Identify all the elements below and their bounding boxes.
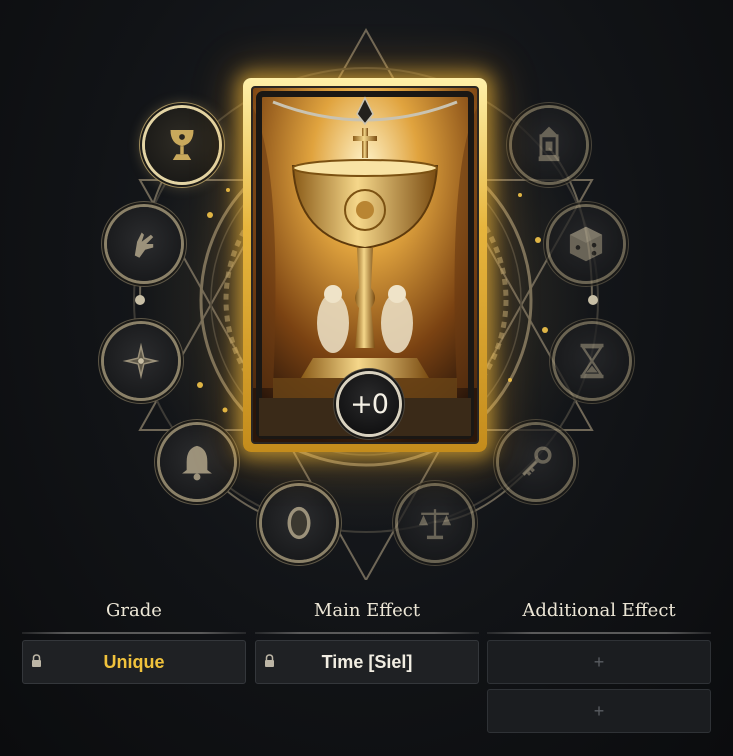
grade-divider <box>22 632 246 634</box>
mirror-icon <box>287 506 311 540</box>
card-level-badge: +0 <box>339 374 399 434</box>
medallion-chalice[interactable] <box>145 108 219 182</box>
grade-slot[interactable]: Unique <box>22 640 246 684</box>
hand-icon <box>134 232 154 258</box>
card-altar: +0 <box>0 0 733 580</box>
compass-icon <box>122 342 160 380</box>
lock-icon <box>32 654 41 667</box>
medallion-scales[interactable] <box>398 486 472 560</box>
medallion-bell[interactable] <box>160 425 234 499</box>
main-effect-slot[interactable]: Time [Siel] <box>255 640 479 684</box>
bell-icon <box>182 445 212 481</box>
card-artwork: +0 <box>251 86 479 444</box>
grade-title: Grade <box>106 600 162 621</box>
additional-effect-slot-1[interactable]: + <box>487 640 711 684</box>
add-effect-icon: + <box>593 700 605 721</box>
medallion-die[interactable] <box>549 207 623 281</box>
scales-icon <box>418 509 452 540</box>
add-effect-icon: + <box>593 651 605 672</box>
key-icon <box>522 446 552 476</box>
additional-effect-title: Additional Effect <box>522 600 676 621</box>
lock-icon <box>265 654 274 667</box>
additional-effect-divider <box>487 632 711 634</box>
medallion-key[interactable] <box>499 425 573 499</box>
chalice-card[interactable]: +0 <box>243 78 487 452</box>
main-effect-value: Time [Siel] <box>321 651 413 672</box>
grade-value: Unique <box>103 651 165 672</box>
medallion-lantern[interactable] <box>512 108 586 182</box>
main-effect-divider <box>255 632 479 634</box>
chalice-icon <box>170 130 194 160</box>
medallion-mirror[interactable] <box>262 486 336 560</box>
additional-effect-slot-2[interactable]: + <box>487 689 711 733</box>
medallion-hourglass[interactable] <box>555 324 629 398</box>
hourglass-icon <box>580 343 604 379</box>
medallion-compass[interactable] <box>104 324 178 398</box>
main-effect-title: Main Effect <box>313 600 421 621</box>
die-icon <box>569 226 603 262</box>
medallion-hand[interactable] <box>107 207 181 281</box>
lantern-icon <box>538 126 560 162</box>
